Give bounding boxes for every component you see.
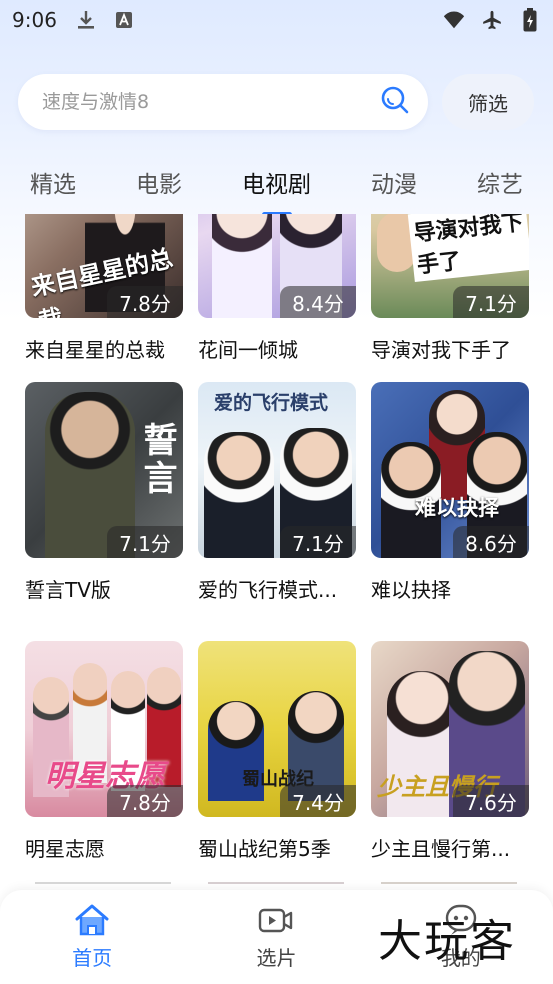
filter-button[interactable]: 筛选 (442, 74, 534, 130)
tab-tv-series-label: 电视剧 (242, 172, 311, 198)
rating-badge: 7.1分 (453, 286, 529, 318)
tab-variety[interactable]: 综艺 (477, 165, 523, 205)
series-title[interactable]: 蜀山战纪第5季 (198, 833, 356, 862)
series-title[interactable]: 花间一倾城 (198, 334, 356, 363)
nav-home[interactable]: 首页 (32, 902, 152, 971)
series-card[interactable]: 少主且慢行 7.6分 少主且慢行第... (371, 641, 529, 862)
rating-badge: 7.8分 (107, 286, 183, 318)
poster-image[interactable]: 爱的飞行模式 7.1分 (198, 382, 356, 558)
poster-title-text: 爱的飞行模式 (214, 392, 329, 414)
series-title[interactable]: 明星志愿 (25, 833, 183, 862)
series-card[interactable]: 8.4分 花间一倾城 (198, 214, 356, 363)
poster-image[interactable]: 难以抉择 8.6分 (371, 382, 529, 558)
tab-movies[interactable]: 电影 (136, 165, 182, 205)
next-row-poster-edge (381, 882, 517, 884)
series-title[interactable]: 难以抉择 (371, 574, 529, 603)
app-screen: 9:06 筛选 (0, 0, 553, 984)
tab-featured[interactable]: 精选 (30, 165, 76, 205)
rating-badge: 7.1分 (107, 526, 183, 558)
tab-anime[interactable]: 动漫 (371, 165, 417, 205)
series-title[interactable]: 爱的飞行模式... (198, 574, 356, 603)
series-title[interactable]: 来自星星的总裁 (25, 334, 183, 363)
next-row-poster-edge (208, 882, 344, 884)
poster-title-text: 导演对我下手了 (407, 214, 529, 282)
series-card[interactable]: 导演对我下手了 7.1分 导演对我下手了 (371, 214, 529, 363)
wifi-icon (443, 9, 465, 31)
download-icon (75, 9, 97, 31)
battery-icon (519, 8, 541, 32)
poster-title-text: 难以抉择 (415, 495, 499, 520)
rating-badge: 7.1分 (280, 526, 356, 558)
search-box[interactable] (18, 74, 428, 130)
next-row-poster-edge (35, 882, 171, 884)
rating-badge: 7.8分 (107, 785, 183, 817)
poster-image[interactable]: 导演对我下手了 7.1分 (371, 214, 529, 318)
rating-badge: 7.4分 (280, 785, 356, 817)
status-time: 9:06 (12, 8, 57, 32)
series-title[interactable]: 少主且慢行第... (371, 833, 529, 862)
airplane-icon (481, 9, 503, 31)
series-card[interactable]: 蜀山战纪 7.4分 蜀山战纪第5季 (198, 641, 356, 862)
category-tabs: 精选 电影 电视剧 动漫 综艺 (0, 160, 553, 217)
notification-a-icon (113, 9, 135, 31)
rating-badge: 7.6分 (453, 785, 529, 817)
search-icon[interactable] (380, 85, 410, 119)
rating-badge: 8.4分 (280, 286, 356, 318)
search-row: 筛选 (18, 74, 535, 130)
series-card[interactable]: 来自星星的总裁 7.8分 来自星星的总裁 (25, 214, 183, 363)
search-input[interactable] (42, 91, 380, 113)
nav-browse-label: 选片 (256, 946, 297, 970)
poster-image[interactable]: 誓言 7.1分 (25, 382, 183, 558)
series-card[interactable]: 明星志愿 7.8分 明星志愿 (25, 641, 183, 862)
home-icon (74, 902, 110, 938)
poster-image[interactable]: 明星志愿 7.8分 (25, 641, 183, 817)
poster-image[interactable]: 少主且慢行 7.6分 (371, 641, 529, 817)
video-icon (258, 902, 294, 938)
series-title[interactable]: 誓言TV版 (25, 574, 183, 603)
tab-tv-series[interactable]: 电视剧 (242, 165, 311, 217)
poster-title-text: 誓言 (137, 422, 177, 498)
watermark-text: 大玩客 (378, 916, 516, 967)
series-card[interactable]: 难以抉择 8.6分 难以抉择 (371, 382, 529, 603)
nav-browse[interactable]: 选片 (216, 902, 336, 971)
series-card[interactable]: 誓言 7.1分 誓言TV版 (25, 382, 183, 603)
series-grid: 来自星星的总裁 7.8分 来自星星的总裁 8.4分 花间一倾城 导演对我下手了 … (0, 214, 553, 890)
poster-image[interactable]: 8.4分 (198, 214, 356, 318)
poster-image[interactable]: 来自星星的总裁 7.8分 (25, 214, 183, 318)
series-title[interactable]: 导演对我下手了 (371, 334, 529, 363)
poster-image[interactable]: 蜀山战纪 7.4分 (198, 641, 356, 817)
status-bar: 9:06 (0, 0, 553, 40)
nav-home-label: 首页 (72, 946, 113, 970)
rating-badge: 8.6分 (453, 526, 529, 558)
series-card[interactable]: 爱的飞行模式 7.1分 爱的飞行模式... (198, 382, 356, 603)
